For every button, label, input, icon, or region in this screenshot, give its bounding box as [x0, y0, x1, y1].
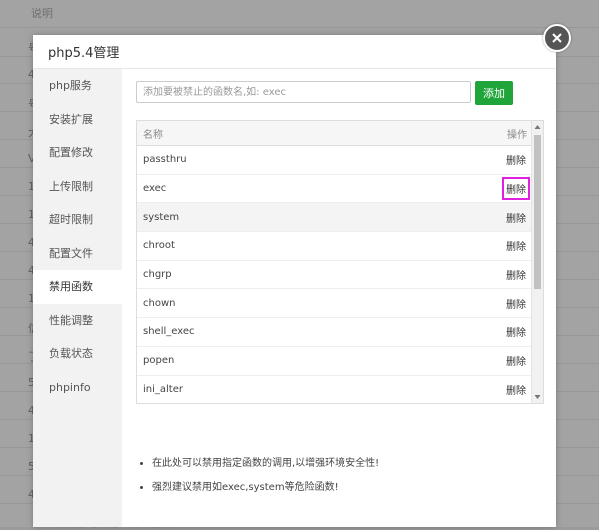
delete-link[interactable]: 删除 [505, 151, 527, 168]
table-row: passthru 删除 [137, 146, 543, 175]
sidebar: php服务 安装扩展 配置修改 上传限制 超时限制 配置文件 禁用函数 性能调整… [33, 69, 122, 527]
sidebar-item-performance[interactable]: 性能调整 [33, 304, 122, 338]
function-name: chown [143, 297, 176, 309]
table-row: shell_exec 删除 [137, 318, 543, 347]
delete-link[interactable]: 删除 [505, 323, 527, 340]
table-row: exec 删除 [137, 175, 543, 204]
add-button[interactable]: 添加 [475, 81, 513, 105]
function-name-input[interactable] [136, 81, 471, 103]
scroll-down-arrow-icon[interactable] [534, 394, 541, 400]
delete-link[interactable]: 删除 [505, 295, 527, 312]
sidebar-item-disabled-functions[interactable]: 禁用函数 [33, 270, 122, 304]
php-manage-dialog: php5.4管理 php服务 安装扩展 配置修改 上传限制 超时限制 配置文件 … [33, 35, 556, 527]
function-name: chgrp [143, 269, 172, 281]
delete-link[interactable]: 删除 [505, 352, 527, 369]
function-name: exec [143, 183, 167, 195]
function-name: system [143, 211, 180, 223]
delete-link[interactable]: 删除 [502, 177, 530, 201]
sidebar-item-upload-limit[interactable]: 上传限制 [33, 170, 122, 204]
delete-link[interactable]: 删除 [505, 381, 527, 398]
sidebar-item-install-extensions[interactable]: 安装扩展 [33, 103, 122, 137]
table-row: chroot 删除 [137, 232, 543, 261]
dialog-title: php5.4管理 [48, 46, 120, 61]
function-name: popen [143, 355, 175, 367]
function-name: passthru [143, 154, 187, 166]
sidebar-item-load-status[interactable]: 负载状态 [33, 337, 122, 371]
sidebar-item-timeout-limit[interactable]: 超时限制 [33, 203, 122, 237]
column-header-action: 操作 [507, 129, 527, 141]
note-item: 强烈建议禁用如exec,system等危险函数! [152, 478, 379, 493]
column-header-name: 名称 [143, 129, 163, 141]
function-name: chroot [143, 240, 175, 252]
table-row: chown 删除 [137, 289, 543, 319]
function-name: shell_exec [143, 326, 195, 338]
table-row: system 删除 [137, 203, 543, 233]
table-scrollbar[interactable] [531, 121, 543, 403]
delete-link[interactable]: 删除 [505, 209, 527, 226]
close-button[interactable] [543, 24, 571, 52]
help-notes: 在此处可以禁用指定函数的调用,以增强环境安全性! 强烈建议禁用如exec,sys… [136, 454, 379, 502]
table-row: popen 删除 [137, 347, 543, 376]
sidebar-item-config-file[interactable]: 配置文件 [33, 237, 122, 271]
sidebar-item-config-edit[interactable]: 配置修改 [33, 136, 122, 170]
disabled-functions-panel: 添加 名称 操作 passthru 删除 exec 删除 system 删除 c… [122, 69, 556, 527]
table-row: chgrp 删除 [137, 261, 543, 290]
delete-link[interactable]: 删除 [505, 266, 527, 283]
function-name: ini_alter [143, 383, 183, 395]
disabled-functions-table: 名称 操作 passthru 删除 exec 删除 system 删除 chro… [136, 120, 544, 404]
close-icon [552, 33, 562, 43]
background-column-label: 说明 [31, 7, 53, 20]
note-item: 在此处可以禁用指定函数的调用,以增强环境安全性! [152, 454, 379, 469]
dialog-header: php5.4管理 [33, 35, 556, 69]
scroll-up-arrow-icon[interactable] [534, 124, 541, 130]
sidebar-item-phpinfo[interactable]: phpinfo [33, 371, 122, 405]
background-divider [0, 27, 599, 28]
table-header: 名称 操作 [137, 121, 543, 146]
table-row: ini_alter 删除 [137, 376, 543, 404]
sidebar-item-php-service[interactable]: php服务 [33, 69, 122, 103]
delete-link[interactable]: 删除 [505, 237, 527, 254]
scroll-thumb[interactable] [534, 135, 541, 289]
